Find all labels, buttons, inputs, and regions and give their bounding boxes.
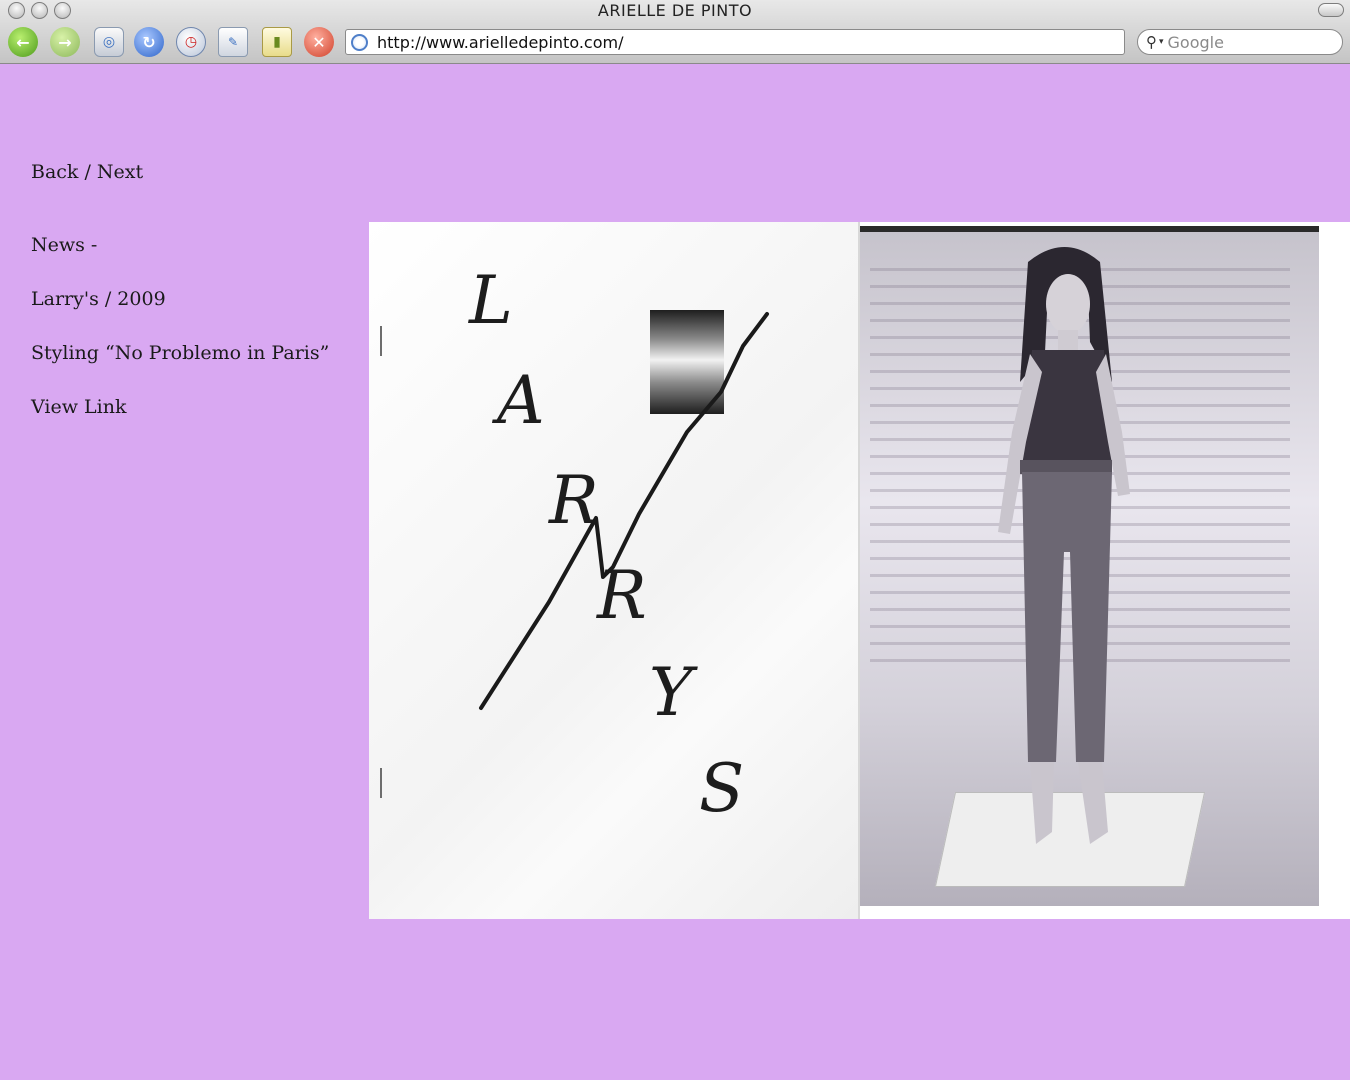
arrow-left-icon: ← — [16, 32, 30, 52]
forward-button[interactable]: → — [50, 27, 80, 57]
bookmarks-button[interactable]: ▮ — [262, 27, 292, 57]
photo — [860, 226, 1319, 906]
view-link[interactable]: View Link — [31, 396, 126, 418]
woman-figure — [998, 247, 1130, 844]
back-button[interactable]: ← — [8, 27, 38, 57]
project-title-text: Larry's / 2009 — [31, 288, 166, 310]
window-title: ARIELLE DE PINTO — [597, 1, 753, 20]
stop-button[interactable]: ✕ — [304, 27, 334, 57]
snapback-button[interactable]: ◎ — [94, 27, 124, 57]
clock-icon: ◷ — [184, 34, 198, 50]
bookmark-icon: ▮ — [273, 34, 281, 50]
zine-spread-image: L A R R Y S — [369, 222, 1350, 919]
chevron-down-icon: ▾ — [1159, 37, 1164, 47]
back-next-link[interactable]: Back / Next — [31, 161, 143, 183]
toolbar-toggle-button[interactable] — [1318, 3, 1344, 17]
news-link[interactable]: News - — [31, 234, 97, 256]
reload-button[interactable]: ↻ — [134, 27, 164, 57]
globe-icon — [351, 33, 368, 51]
news-nav: News - — [31, 234, 97, 256]
styling-credit-text: Styling “No Problemo in Paris” — [31, 342, 330, 364]
search-icon: ⚲ — [1146, 33, 1157, 51]
snapback-icon: ◎ — [102, 34, 116, 50]
scribble-line — [479, 312, 769, 710]
url-text: http://www.arielledepinto.com/ — [377, 32, 624, 52]
search-field[interactable]: ⚲ ▾ Google — [1137, 29, 1343, 55]
arrow-right-icon: → — [58, 32, 72, 52]
report-icon: ✎ — [227, 35, 239, 49]
styling-credit: Styling “No Problemo in Paris” — [31, 342, 329, 364]
project-title: Larry's / 2009 — [31, 288, 166, 310]
close-icon: ✕ — [312, 32, 326, 52]
report-bug-button[interactable]: ✎ — [218, 27, 248, 57]
back-next-nav: Back / Next — [31, 161, 143, 183]
reload-icon: ↻ — [142, 32, 156, 52]
zine-photo-page — [860, 222, 1350, 919]
address-bar[interactable]: http://www.arielledepinto.com/ — [345, 29, 1125, 55]
history-button[interactable]: ◷ — [176, 27, 206, 57]
search-placeholder: Google — [1167, 32, 1224, 52]
view-link-nav: View Link — [31, 396, 126, 418]
zine-cover-page: L A R R Y S — [369, 222, 860, 919]
browser-chrome: ARIELLE DE PINTO ← → ◎ ↻ ◷ ✎ ▮ ✕ http://… — [0, 0, 1350, 64]
